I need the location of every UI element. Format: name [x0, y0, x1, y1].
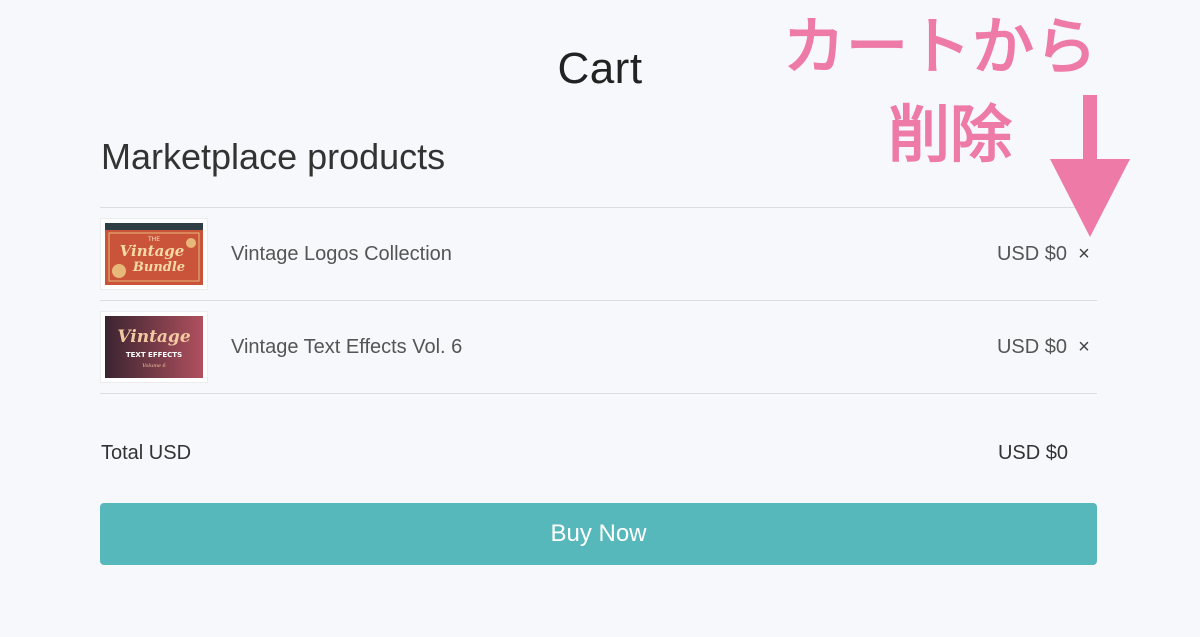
svg-text:Bundle: Bundle	[132, 260, 185, 275]
cart-item: Vintage TEXT EFFECTS Volume 6 Vintage Te…	[100, 301, 1097, 394]
cart-item: THE Vintage Bundle Vintage Logos Collect…	[100, 208, 1097, 301]
svg-text:Vintage: Vintage	[120, 242, 185, 260]
buy-now-button[interactable]: Buy Now	[100, 503, 1097, 565]
product-thumbnail[interactable]: THE Vintage Bundle	[100, 218, 208, 290]
vintage-text-effects-image: Vintage TEXT EFFECTS Volume 6	[105, 316, 203, 378]
product-price: USD $0	[996, 336, 1067, 358]
svg-text:TEXT EFFECTS: TEXT EFFECTS	[126, 351, 182, 359]
svg-text:Vintage: Vintage	[117, 327, 190, 347]
annotation-text: カートから	[783, 10, 1099, 83]
product-name[interactable]: Vintage Text Effects Vol. 6	[231, 301, 462, 393]
remove-item-button[interactable]: ×	[1071, 334, 1097, 360]
annotation-text: 削除	[888, 98, 1013, 171]
product-thumbnail[interactable]: Vintage TEXT EFFECTS Volume 6	[100, 311, 208, 383]
down-arrow-icon	[1050, 95, 1130, 237]
product-name[interactable]: Vintage Logos Collection	[231, 208, 452, 300]
vintage-bundle-image: THE Vintage Bundle	[105, 223, 203, 285]
total-label: Total USD	[101, 442, 192, 464]
section-title: Marketplace products	[101, 136, 446, 177]
cart-list: THE Vintage Bundle Vintage Logos Collect…	[100, 207, 1097, 394]
total-value: USD $0	[997, 442, 1068, 464]
svg-text:Volume 6: Volume 6	[142, 363, 166, 369]
